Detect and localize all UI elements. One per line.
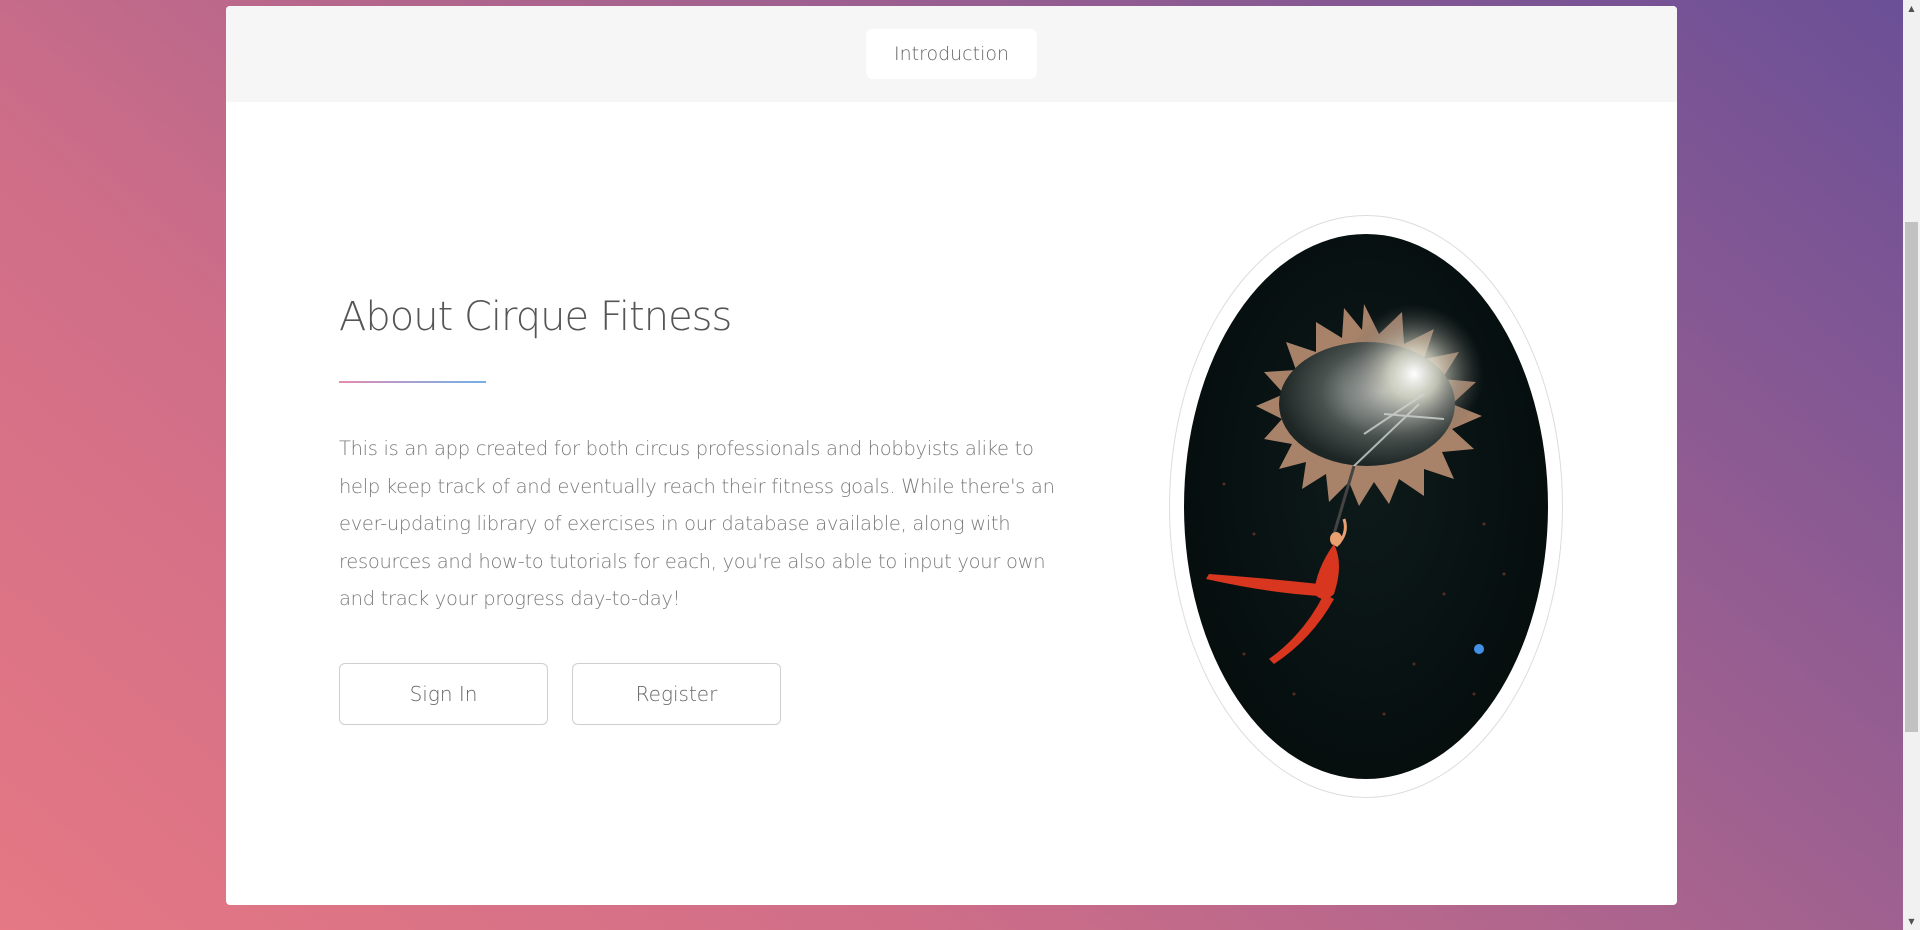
main-card: Introduction About Cirque Fitness This i… (226, 6, 1677, 905)
photo-frame (1169, 215, 1563, 798)
blue-light (1474, 644, 1484, 654)
page-title: About Cirque Fitness (339, 294, 732, 340)
scroll-down-icon[interactable]: ▼ (1903, 913, 1920, 930)
aerialist-photo (1184, 234, 1548, 779)
card-header: Introduction (226, 6, 1677, 102)
about-description: This is an app created for both circus p… (339, 437, 1055, 610)
aerialist-illustration (1206, 304, 1506, 716)
tab-introduction[interactable]: Introduction (866, 29, 1037, 79)
scroll-up-icon[interactable]: ▲ (1903, 0, 1920, 17)
title-divider (339, 381, 486, 383)
scroll-thumb[interactable] (1905, 222, 1918, 732)
register-button[interactable]: Register (572, 663, 781, 725)
spotlight (1344, 304, 1484, 444)
sign-in-button[interactable]: Sign In (339, 663, 548, 725)
performer (1206, 518, 1347, 664)
page-scrollbar[interactable]: ▲ ▼ (1903, 0, 1920, 930)
